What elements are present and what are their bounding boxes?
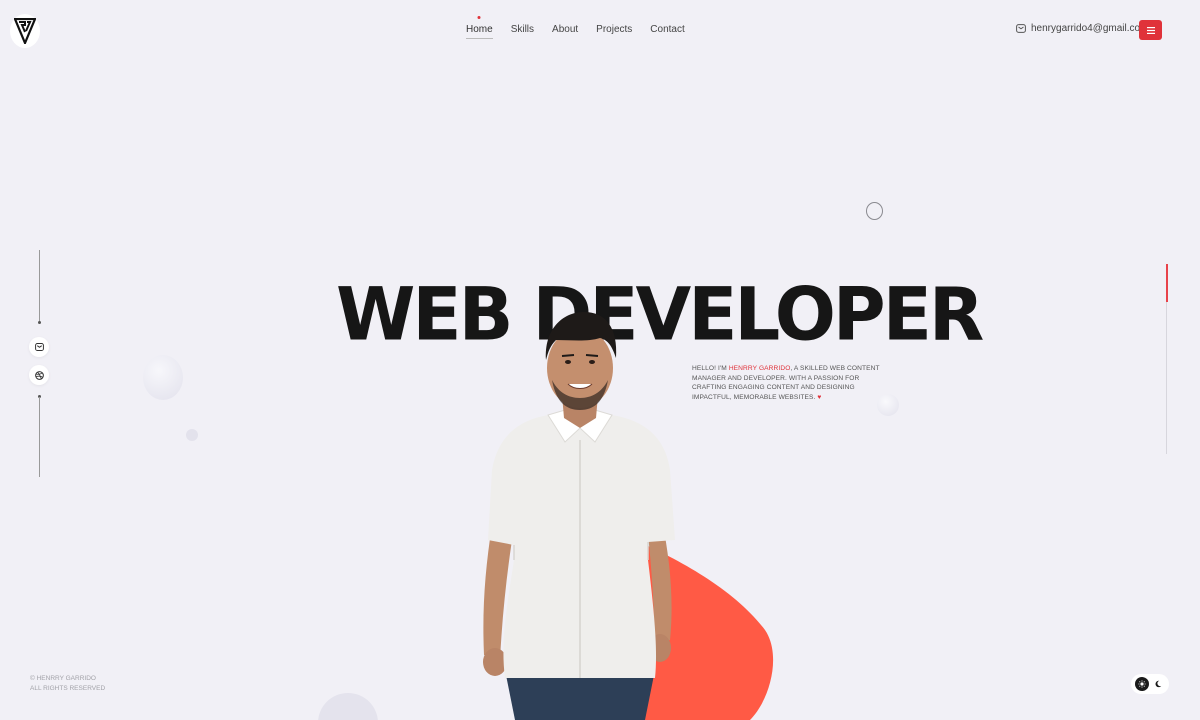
hero-intro-text: HELLO! I'M HENRRY GARRIDO, A SKILLED WEB… [692,364,882,402]
deco-circle-small-left [186,429,198,441]
intro-name: HENRRY GARRIDO [728,365,791,372]
footer-copyright-line: © HENRRY GARRIDO [30,675,96,682]
header-email-text: henrygarrido4@gmail.com [1031,23,1149,34]
mail-icon [1016,24,1026,33]
nav-about[interactable]: About [552,24,578,39]
nav-contact[interactable]: Contact [650,24,684,39]
deco-circle-large-left [143,355,183,400]
nav-skills[interactable]: Skills [511,24,534,39]
deco-circle-bottom [318,693,378,720]
footer-copyright: © HENRRY GARRIDO ALL RIGHTS RESERVED [30,674,105,694]
hamburger-icon [1146,26,1155,34]
menu-button[interactable] [1139,20,1162,40]
theme-toggle [1131,674,1169,694]
theme-light-button[interactable] [1135,677,1149,691]
deco-circle-outline [866,202,883,220]
rail-dot-top [38,321,41,324]
rail-line-top [39,250,40,322]
social-dribbble-button[interactable] [29,365,49,385]
nav-home[interactable]: Home [466,24,493,39]
scroll-progress-fill [1166,264,1168,302]
sun-icon [1138,680,1146,688]
footer-rights-line: ALL RIGHTS RESERVED [30,685,106,692]
site-logo[interactable] [10,14,40,48]
dribbble-icon [34,370,44,380]
social-mail-button[interactable] [29,337,49,357]
hero-portrait [483,312,675,720]
main-nav: Home Skills About Projects Contact [466,24,685,39]
heart-icon: ♥ [817,393,822,401]
intro-prefix: HELLO! I'M [692,365,729,372]
rail-line-bottom [39,397,40,477]
theme-dark-button[interactable] [1151,677,1165,691]
header-email-link[interactable]: henrygarrido4@gmail.com [1016,23,1148,34]
gv-monogram-icon [14,18,36,44]
mail-icon [34,343,44,351]
nav-projects[interactable]: Projects [596,24,632,39]
moon-icon [1155,680,1162,688]
